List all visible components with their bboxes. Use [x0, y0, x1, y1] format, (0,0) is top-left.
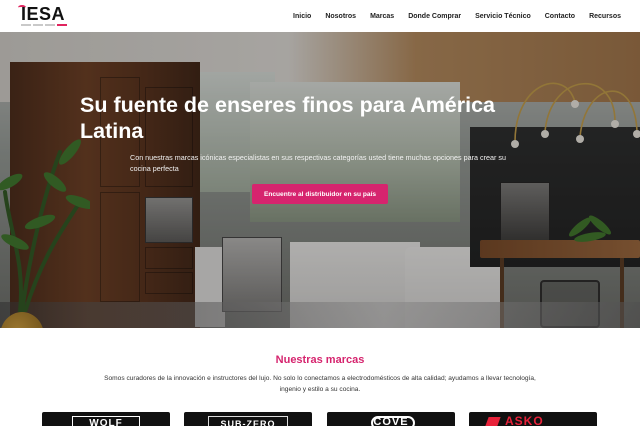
logo-brand-strip [21, 24, 67, 26]
brand-logo-subzero: SUB-ZERO [208, 416, 288, 426]
nav-item-marcas[interactable]: Marcas [363, 13, 401, 20]
main-nav: Inicio Nosotros Marcas Donde Comprar Ser… [286, 0, 628, 32]
nav-item-donde-comprar[interactable]: Donde Comprar [401, 13, 468, 20]
site-header: IESA Inicio Nosotros Marcas Donde Compra… [0, 0, 640, 32]
logo-text: IESA [21, 4, 66, 24]
site-logo[interactable]: IESA [18, 4, 70, 28]
nav-item-servicio-tecnico[interactable]: Servicio Técnico [468, 13, 538, 20]
hero-subtitle: Con nuestras marcas icónicas especialist… [130, 153, 506, 173]
hero-title: Su fuente de enseres finos para América … [80, 93, 496, 143]
nav-item-contacto[interactable]: Contacto [538, 13, 582, 20]
brand-card-wolf[interactable]: WOLF [42, 412, 170, 426]
brand-logo-cove: COVE [373, 416, 409, 426]
hero-section [0, 32, 640, 328]
section-description-marcas: Somos curadores de la innovación e instr… [104, 375, 536, 393]
nav-item-recursos[interactable]: Recursos [582, 13, 628, 20]
section-title-marcas: Nuestras marcas [275, 354, 365, 366]
nav-item-inicio[interactable]: Inicio [286, 13, 318, 20]
brand-logo-asko: ASKO [505, 414, 544, 426]
brand-card-asko[interactable]: ASKO [469, 412, 597, 426]
brand-card-subzero[interactable]: SUB-ZERO [184, 412, 312, 426]
asko-mark-icon [485, 417, 501, 426]
brand-logo-wolf: WOLF [72, 416, 140, 426]
nav-item-nosotros[interactable]: Nosotros [318, 13, 363, 20]
find-distributor-button[interactable]: Encuentre al distribuidor en su país [252, 184, 388, 204]
brand-card-cove[interactable]: COVE [327, 412, 455, 426]
